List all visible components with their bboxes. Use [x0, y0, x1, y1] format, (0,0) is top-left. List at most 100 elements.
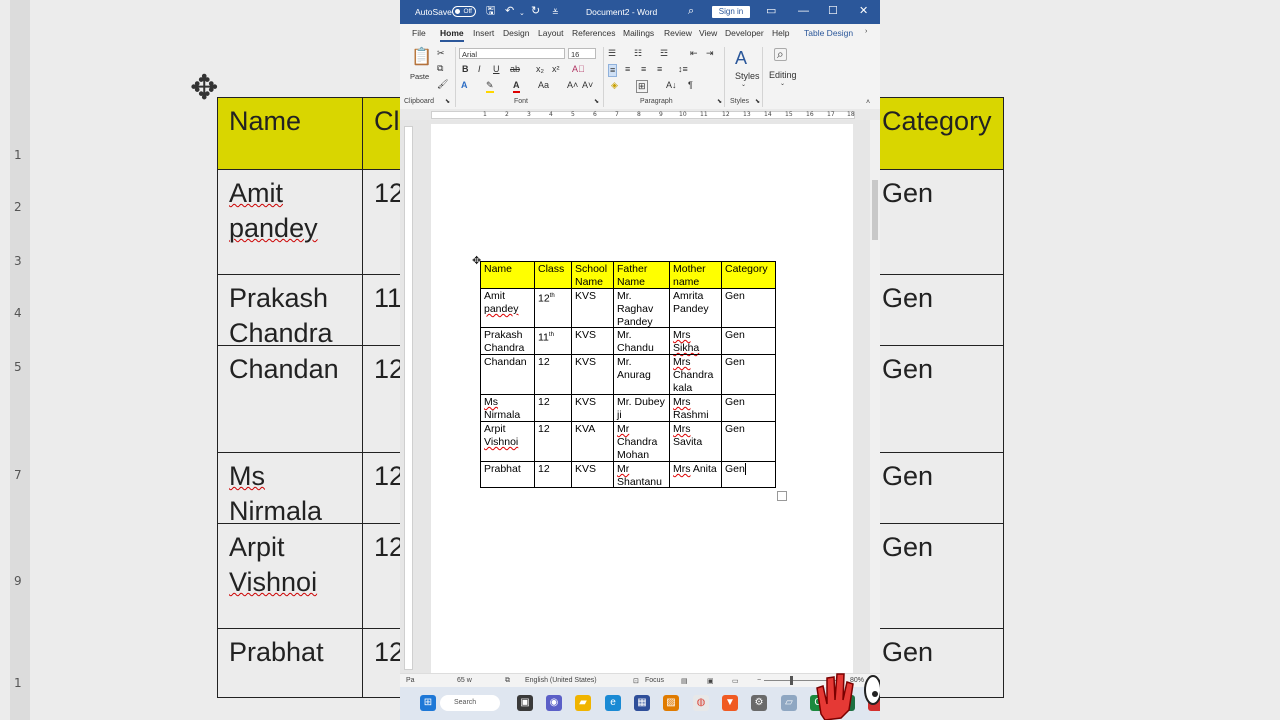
table-cell[interactable]: Gen [721, 288, 776, 328]
undo-dropdown-icon[interactable]: ⌄ [519, 7, 525, 20]
ribbon-display-icon[interactable]: ▭ [766, 5, 776, 18]
brave-icon[interactable]: ▼ [722, 695, 738, 711]
customize-qat-icon[interactable]: ≚ [552, 6, 559, 19]
search-icon[interactable]: ⌕ [688, 5, 694, 18]
find-icon[interactable]: ⌕ [774, 48, 787, 61]
bold-icon[interactable]: B [462, 64, 469, 75]
sort-icon[interactable]: A↓ [666, 80, 677, 91]
header-name[interactable]: Name [480, 261, 535, 289]
show-formatting-icon[interactable]: ¶ [688, 80, 693, 91]
table-cell[interactable]: Amrita Pandey [669, 288, 722, 328]
student-table[interactable]: Name Class School Name Father Name Mothe… [480, 261, 776, 488]
sign-in-button[interactable]: Sign in [712, 6, 750, 18]
clipboard-launcher-icon[interactable]: ⬊ [445, 97, 450, 108]
table-cell[interactable]: Mr Shantanu [613, 461, 670, 488]
tab-developer[interactable]: Developer [725, 28, 764, 38]
table-cell[interactable]: Prakash Chandra [480, 327, 535, 355]
word-count[interactable]: 65 w [457, 677, 472, 684]
styles-label[interactable]: Styles [735, 71, 760, 82]
strikethrough-icon[interactable]: ab [510, 64, 520, 75]
table-cell[interactable]: Mrs Chandra kala [669, 354, 722, 395]
proofing-icon[interactable]: ⧉ [505, 677, 510, 685]
close-icon[interactable]: ✕ [859, 5, 868, 18]
table-cell[interactable]: Mrs Anita [669, 461, 722, 488]
table-cell[interactable]: Mr. Chandu [613, 327, 670, 355]
photos-icon[interactable]: ▨ [663, 695, 679, 711]
tab-design[interactable]: Design [503, 28, 529, 38]
file-explorer-icon[interactable]: ▰ [575, 695, 591, 711]
highlight-icon[interactable]: ✎ [486, 80, 494, 93]
tabs-scroll-right-icon[interactable]: › [865, 28, 867, 35]
language-indicator[interactable]: English (United States) [525, 677, 597, 684]
styles-launcher-icon[interactable]: ⬊ [755, 97, 760, 108]
bullets-icon[interactable]: ☰ [608, 48, 616, 59]
table-cell[interactable]: Mr Chandra Mohan [613, 421, 670, 462]
focus-label[interactable]: Focus [645, 677, 664, 684]
line-spacing-icon[interactable]: ↕≡ [678, 64, 688, 75]
table-cell[interactable]: Arpit Vishnoi [480, 421, 535, 462]
paragraph-launcher-icon[interactable]: ⬊ [717, 97, 722, 108]
scrollbar-thumb[interactable] [872, 180, 878, 240]
edge-icon[interactable]: e [605, 695, 621, 711]
tab-home[interactable]: Home [440, 28, 464, 42]
store-icon[interactable]: ▦ [634, 695, 650, 711]
cut-icon[interactable]: ✂ [437, 48, 445, 59]
tab-review[interactable]: Review [664, 28, 692, 38]
tab-references[interactable]: References [572, 28, 615, 38]
zoom-out-icon[interactable]: − [757, 677, 761, 684]
justify-icon[interactable]: ≡ [657, 64, 662, 75]
table-cell[interactable]: Gen [721, 461, 776, 488]
align-right-icon[interactable]: ≡ [641, 64, 646, 75]
increase-indent-icon[interactable]: ⇥ [706, 48, 714, 59]
collapse-ribbon-icon[interactable]: ˄ [866, 97, 870, 108]
numbering-icon[interactable]: ☷ [634, 48, 642, 59]
shading-icon[interactable]: ◈ [611, 80, 618, 91]
paste-icon[interactable]: 📋 [411, 48, 432, 66]
table-cell[interactable]: 11th [534, 327, 572, 355]
shrink-font-icon[interactable]: A˅ [582, 80, 593, 91]
table-cell[interactable]: 12 [534, 394, 572, 422]
table-cell[interactable]: KVA [571, 421, 614, 462]
taskbar-search[interactable]: Search [440, 695, 500, 711]
document-page[interactable]: ✥ Name Class School Name Father Name Mot… [431, 124, 853, 673]
header-father-name[interactable]: Father Name [613, 261, 670, 289]
subscript-icon[interactable]: x₂ [536, 64, 544, 75]
superscript-icon[interactable]: x² [552, 64, 560, 75]
font-name-box[interactable]: Arial [459, 48, 565, 59]
table-cell[interactable]: Gen [721, 394, 776, 422]
print-layout-icon[interactable]: ▣ [707, 677, 714, 685]
vertical-scrollbar[interactable] [870, 120, 880, 673]
table-cell[interactable]: Mr. Raghav Pandey [613, 288, 670, 328]
text-effects-icon[interactable]: A [461, 80, 468, 91]
styles-dropdown-icon[interactable]: ⌄ [741, 80, 746, 91]
autosave-toggle[interactable]: Off [452, 6, 476, 17]
header-school-name[interactable]: School Name [571, 261, 614, 289]
table-cell[interactable]: Gen [721, 354, 776, 395]
chat-icon[interactable]: ◉ [546, 695, 562, 711]
table-cell[interactable]: Mr. Dubey ji [613, 394, 670, 422]
save-icon[interactable]: 🖫 [486, 5, 495, 18]
styles-icon[interactable]: A [735, 48, 747, 68]
table-cell[interactable]: KVS [571, 288, 614, 328]
tab-file[interactable]: File [412, 28, 426, 38]
table-cell[interactable]: KVS [571, 394, 614, 422]
paste-label[interactable]: Paste [410, 71, 429, 82]
redo-icon[interactable]: ↻ [531, 5, 540, 18]
editing-dropdown-icon[interactable]: ⌄ [780, 79, 785, 90]
table-cell[interactable]: Amit pandey [480, 288, 535, 328]
decrease-indent-icon[interactable]: ⇤ [690, 48, 698, 59]
multilevel-list-icon[interactable]: ☲ [660, 48, 668, 59]
table-cell[interactable]: Chandan [480, 354, 535, 395]
tab-view[interactable]: View [699, 28, 717, 38]
italic-icon[interactable]: I [478, 64, 481, 75]
chrome-icon[interactable]: ◍ [693, 695, 709, 711]
clear-formatting-icon[interactable]: A⃠ [572, 64, 585, 75]
font-launcher-icon[interactable]: ⬊ [594, 97, 599, 108]
table-cell[interactable]: 12th [534, 288, 572, 328]
table-cell[interactable]: KVS [571, 327, 614, 355]
table-cell[interactable]: KVS [571, 354, 614, 395]
table-cell[interactable]: Gen [721, 421, 776, 462]
undo-icon[interactable]: ↶ [505, 5, 514, 18]
header-category[interactable]: Category [721, 261, 776, 289]
underline-icon[interactable]: U [493, 64, 500, 75]
